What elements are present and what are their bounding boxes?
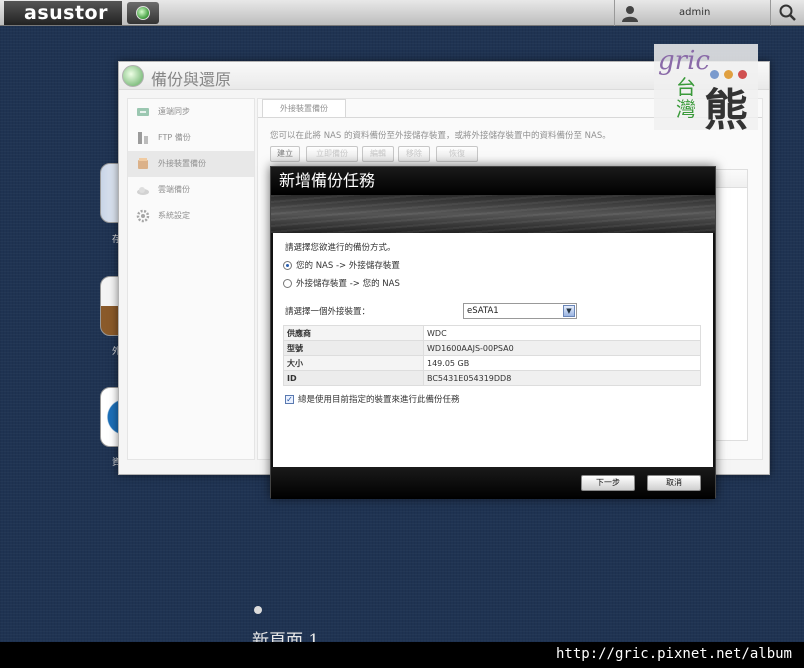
footer-url: http://gric.pixnet.net/album <box>555 646 792 662</box>
backup-method-question: 請選擇您欲進行的備份方式。 <box>285 243 396 253</box>
info-value: 149.05 GB <box>423 355 701 371</box>
info-value: WD1600AAJS-00PSA0 <box>423 340 701 356</box>
table-row: ID BC5431E054319DD8 <box>283 370 701 386</box>
info-value: WDC <box>423 325 701 341</box>
cancel-button[interactable]: 取消 <box>647 475 701 491</box>
dialog-banner <box>271 195 715 233</box>
device-select-value: eSATA1 <box>467 306 499 316</box>
always-use-device-checkbox[interactable]: ✓ <box>285 394 294 404</box>
watermark-taiwan: 台灣 <box>676 75 696 121</box>
watermark-script: gric <box>658 46 710 76</box>
checkbox-label: 總是使用目前指定的裝置來進行此備份任務 <box>298 395 460 405</box>
home-button[interactable] <box>127 2 159 24</box>
dialog-title[interactable]: 新增備份任務 <box>271 167 715 195</box>
window-close-icon <box>738 70 747 79</box>
search-button[interactable] <box>770 0 804 26</box>
device-select-label: 請選擇一個外接裝置： <box>285 307 371 317</box>
user-icon <box>622 6 638 22</box>
always-use-device-checkbox-row[interactable]: ✓ 總是使用目前指定的裝置來進行此備份任務 <box>285 393 460 405</box>
window-max-icon <box>724 70 733 79</box>
next-button[interactable]: 下一步 <box>581 475 635 491</box>
search-icon <box>779 4 796 21</box>
radio-label: 您的 NAS -> 外接儲存裝置 <box>296 261 400 271</box>
dialog-body: 請選擇您欲進行的備份方式。 您的 NAS -> 外接儲存裝置 外接儲存裝置 ->… <box>273 233 713 467</box>
table-row: 型號 WD1600AAJS-00PSA0 <box>283 340 701 356</box>
asustor-logo: asustor <box>4 1 122 25</box>
user-menu[interactable]: admin <box>614 0 764 26</box>
watermark-bear: 熊 <box>704 85 748 136</box>
info-key: ID <box>283 370 424 386</box>
radio-external-to-nas[interactable]: 外接儲存裝置 -> 您的 NAS <box>283 277 400 289</box>
footer-bar: http://gric.pixnet.net/album <box>0 642 804 668</box>
home-icon <box>136 6 150 20</box>
user-name: admin <box>679 7 711 18</box>
page-indicator-dot[interactable] <box>254 606 262 614</box>
info-key: 供應商 <box>283 325 424 341</box>
dialog-footer: 下一步 取消 <box>271 467 715 499</box>
new-backup-task-dialog: 新增備份任務 請選擇您欲進行的備份方式。 您的 NAS -> 外接儲存裝置 外接… <box>270 166 716 499</box>
radio-button[interactable] <box>283 260 292 270</box>
device-info-table: 供應商 WDC 型號 WD1600AAJS-00PSA0 大小 149.05 G… <box>283 325 701 386</box>
watermark-logo: gric 台灣 熊 <box>654 44 758 136</box>
info-key: 大小 <box>283 355 424 371</box>
radio-nas-to-external[interactable]: 您的 NAS -> 外接儲存裝置 <box>283 259 400 271</box>
radio-button[interactable] <box>283 278 292 288</box>
table-row: 大小 149.05 GB <box>283 355 701 371</box>
info-key: 型號 <box>283 340 424 356</box>
chevron-down-icon[interactable]: ▼ <box>563 305 575 317</box>
device-select[interactable]: eSATA1 ▼ <box>463 303 577 319</box>
window-min-icon <box>710 70 719 79</box>
table-row: 供應商 WDC <box>283 325 701 341</box>
radio-label: 外接儲存裝置 -> 您的 NAS <box>296 279 400 289</box>
top-bar: asustor admin <box>0 0 804 26</box>
info-value: BC5431E054319DD8 <box>423 370 701 386</box>
